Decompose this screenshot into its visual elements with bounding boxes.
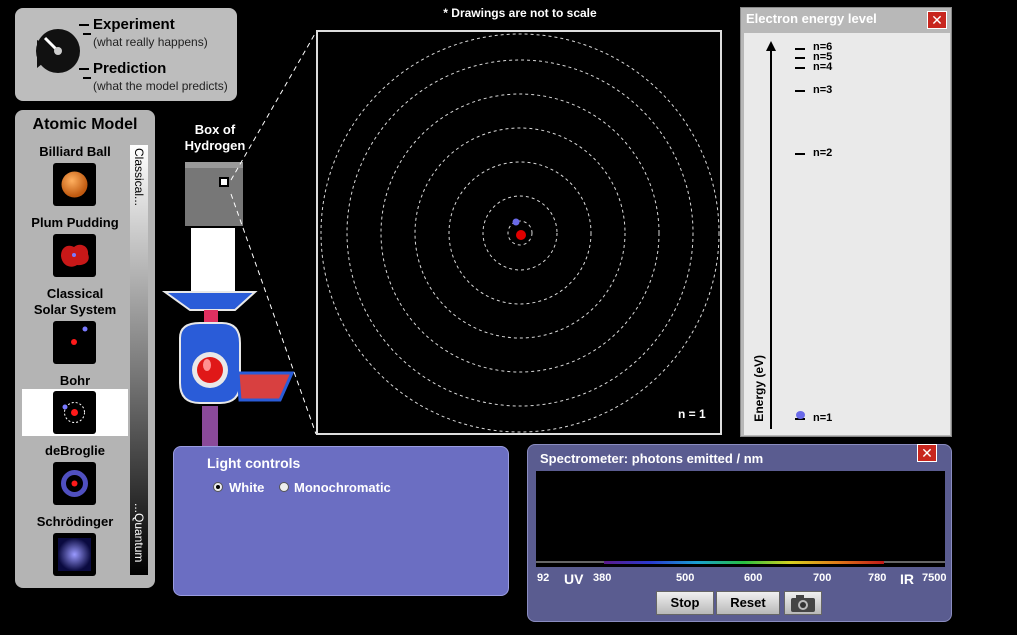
monochromatic-label[interactable]: Monochromatic xyxy=(294,480,391,495)
tick-ir: IR xyxy=(900,571,914,587)
electron-level-marker xyxy=(796,411,805,419)
mode-panel: Experiment (what really happens) Predict… xyxy=(15,8,237,101)
snapshot-button[interactable] xyxy=(784,591,822,615)
billiard-ball-button[interactable] xyxy=(53,163,96,206)
zoom-lines xyxy=(230,31,317,435)
light-controls-title: Light controls xyxy=(207,455,301,471)
spectrometer-close-button[interactable]: ✕ xyxy=(917,444,937,462)
prediction-subtitle: (what the model predicts) xyxy=(93,79,228,93)
bohr-icon xyxy=(62,402,85,423)
electron xyxy=(512,218,520,226)
scale-quantum-label: ...Quantum xyxy=(132,503,146,563)
model-name-classical-solar-system: Classical Solar System xyxy=(33,286,117,317)
experiment-dash xyxy=(79,24,89,26)
nucleus xyxy=(516,230,526,240)
monochromatic-radio[interactable] xyxy=(279,482,289,492)
level-n2-dash xyxy=(795,153,805,155)
energy-level-panel: Electron energy level ✕ Energy (eV) n=6 … xyxy=(740,7,952,437)
level-n5-dash xyxy=(795,57,805,59)
model-name-billiard-ball: Billiard Ball xyxy=(39,144,111,159)
experiment-option[interactable]: Experiment xyxy=(93,16,175,33)
level-n3-label: n=3 xyxy=(813,84,833,96)
classical-solar-system-button[interactable] xyxy=(53,321,96,364)
tick-92: 92 xyxy=(537,572,550,584)
level-n1-label: n=1 xyxy=(813,412,833,424)
debroglie-button[interactable] xyxy=(53,462,96,505)
bohr-atom-diagram xyxy=(320,33,720,433)
scale-classical-label: Classical... xyxy=(132,148,146,207)
camera-icon xyxy=(791,595,815,612)
reset-button[interactable]: Reset xyxy=(716,591,780,615)
energy-diagram: Energy (eV) n=6 n=5 n=4 n=3 n=2 n=1 xyxy=(744,33,950,435)
light-controls-panel: Light controls White Monochromatic xyxy=(173,446,509,596)
spectrometer-title: Spectrometer: photons emitted / nm xyxy=(540,451,764,466)
tick-380: 380 xyxy=(593,572,612,584)
model-name-plum-pudding: Plum Pudding xyxy=(31,215,119,230)
model-name-bohr: Bohr xyxy=(59,373,91,388)
billiard-ball-icon xyxy=(61,171,88,198)
bohr-button[interactable] xyxy=(53,391,96,434)
spectrometer-panel: Spectrometer: photons emitted / nm ✕ 92 … xyxy=(527,444,952,622)
tick-uv: UV xyxy=(564,571,584,587)
plum-pudding-icon xyxy=(61,244,89,267)
level-n3-dash xyxy=(795,90,805,92)
atomic-model-panel: Atomic Model Billiard Ball Plum Pudding … xyxy=(15,110,155,588)
solar-system-icon xyxy=(71,326,88,345)
schrodinger-button[interactable] xyxy=(53,533,96,576)
stop-button[interactable]: Stop xyxy=(656,591,714,615)
spectrometer-screen xyxy=(536,471,945,567)
tick-600: 600 xyxy=(744,572,763,584)
schrodinger-icon xyxy=(58,538,91,571)
level-n2-label: n=2 xyxy=(813,147,833,159)
tick-780: 780 xyxy=(868,572,887,584)
level-n4-label: n=4 xyxy=(813,61,833,73)
atomic-model-title: Atomic Model xyxy=(32,116,138,133)
level-n6-dash xyxy=(795,48,805,50)
plum-pudding-button[interactable] xyxy=(53,234,96,277)
level-n4-dash xyxy=(795,67,805,69)
energy-axis-label: Energy (eV) xyxy=(752,355,766,422)
prediction-dash xyxy=(79,68,89,70)
model-name-schrodinger: Schrödinger xyxy=(36,514,114,529)
debroglie-icon xyxy=(61,470,88,497)
atom-view xyxy=(316,30,722,435)
white-radio[interactable] xyxy=(213,482,223,492)
tick-500: 500 xyxy=(676,572,695,584)
prediction-option[interactable]: Prediction xyxy=(93,60,166,77)
energy-panel-title: Electron energy level xyxy=(746,11,877,26)
tick-7500: 7500 xyxy=(922,572,947,584)
visible-spectrum-band xyxy=(604,561,884,564)
model-name-debroglie: deBroglie xyxy=(45,443,105,458)
current-level-label: n = 1 xyxy=(678,407,706,421)
drawings-note: * Drawings are not to scale xyxy=(443,6,597,20)
white-label[interactable]: White xyxy=(229,480,264,495)
mode-switch-icon[interactable] xyxy=(25,18,91,84)
energy-close-button[interactable]: ✕ xyxy=(927,11,947,29)
experiment-subtitle: (what really happens) xyxy=(93,35,208,49)
tick-700: 700 xyxy=(813,572,832,584)
